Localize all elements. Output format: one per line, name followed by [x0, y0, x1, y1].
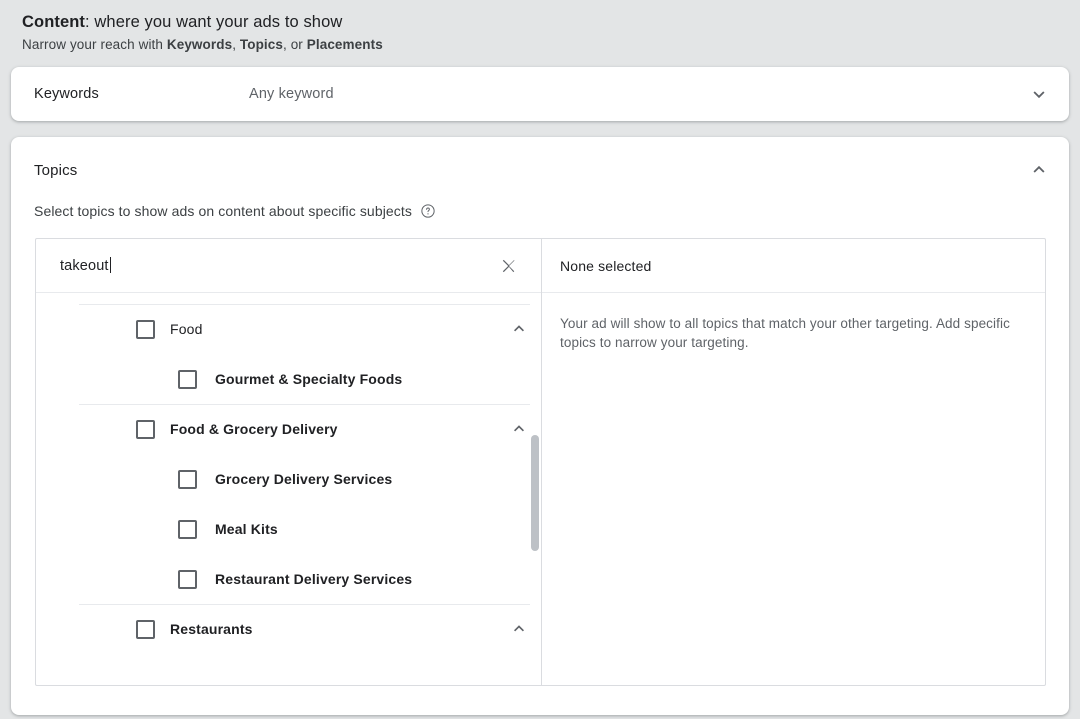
close-icon — [499, 256, 519, 276]
topic-label: Meal Kits — [215, 521, 278, 537]
subtitle-sep-1: , — [232, 37, 240, 52]
topic-checkbox[interactable] — [136, 619, 155, 639]
topic-label: Food & Grocery Delivery — [170, 421, 338, 437]
topic-checkbox[interactable] — [136, 319, 155, 339]
topics-search-row[interactable]: takeout — [36, 239, 541, 293]
selection-help-text: Your ad will show to all topics that mat… — [560, 316, 1010, 350]
topic-label: Grocery Delivery Services — [215, 471, 393, 487]
topics-tree: Food Gourmet & Specialty Foods Food & Gr… — [36, 293, 541, 685]
clear-search-button[interactable] — [485, 242, 533, 290]
subtitle-keywords: Keywords — [166, 37, 233, 52]
help-circle-icon[interactable] — [420, 203, 436, 219]
topics-header[interactable]: Topics — [11, 137, 1069, 203]
topic-group: Food Gourmet & Specialty Foods — [36, 304, 541, 404]
subtitle-placements: Placements — [306, 37, 383, 52]
topics-browse-pane: takeout Food Gourmet & Specialty Foods F… — [36, 239, 542, 685]
topic-group: Restaurants — [36, 604, 541, 654]
topics-search-input[interactable]: takeout — [36, 257, 485, 274]
topics-subtitle-row: Select topics to show ads on content abo… — [11, 203, 1069, 219]
subtitle-sep-2: , or — [283, 37, 307, 52]
topics-selection-pane: None selected Your ad will show to all t… — [542, 239, 1045, 685]
topic-row-parent[interactable]: Food — [36, 304, 541, 354]
chevron-up-icon — [509, 419, 529, 439]
keywords-expand-button[interactable] — [1015, 70, 1063, 118]
topic-checkbox[interactable] — [178, 369, 197, 389]
topics-tree-inner: Food Gourmet & Specialty Foods Food & Gr… — [36, 293, 541, 654]
topic-row-child[interactable]: Restaurant Delivery Services — [36, 554, 541, 604]
topics-collapse-button[interactable] — [1015, 146, 1063, 194]
chevron-up-icon — [509, 319, 529, 339]
topic-label: Gourmet & Specialty Foods — [215, 371, 403, 387]
chevron-up-icon — [509, 619, 529, 639]
topic-row-parent[interactable]: Food & Grocery Delivery — [36, 404, 541, 454]
topic-row-child[interactable]: Meal Kits — [36, 504, 541, 554]
page-title: Content: where you want your ads to show — [22, 11, 1080, 33]
topic-row-parent[interactable]: Restaurants — [36, 604, 541, 654]
topic-checkbox[interactable] — [178, 469, 197, 489]
selected-count-label: None selected — [542, 239, 1045, 293]
topic-group: Food & Grocery Delivery Grocery Delivery… — [36, 404, 541, 604]
subtitle-topics: Topics — [239, 37, 283, 52]
text-caret — [109, 257, 111, 273]
chevron-down-icon — [1028, 83, 1050, 105]
page-subtitle: Narrow your reach with Keywords, Topics,… — [22, 35, 1080, 55]
topic-checkbox[interactable] — [178, 519, 197, 539]
topic-row-child[interactable]: Gourmet & Specialty Foods — [36, 354, 541, 404]
topics-title: Topics — [34, 161, 78, 179]
page-title-rest: : where you want your ads to show — [85, 13, 343, 31]
subtitle-prefix: Narrow your reach with — [22, 37, 167, 52]
topic-label: Restaurant Delivery Services — [215, 571, 413, 587]
topics-selector: takeout Food Gourmet & Specialty Foods F… — [35, 238, 1046, 686]
page-title-strong: Content — [22, 13, 86, 31]
chevron-up-icon — [1028, 159, 1050, 181]
keywords-section-card[interactable]: Keywords Any keyword — [11, 67, 1069, 121]
topics-subtitle: Select topics to show ads on content abo… — [34, 203, 412, 219]
topics-section-card: Topics Select topics to show ads on cont… — [11, 137, 1069, 715]
page-header: Content: where you want your ads to show… — [0, 0, 1080, 55]
topic-checkbox[interactable] — [178, 569, 197, 589]
topic-checkbox[interactable] — [136, 419, 155, 439]
topics-tree-scrollbar[interactable] — [529, 293, 541, 685]
keywords-value: Any keyword — [249, 86, 334, 102]
scrollbar-thumb[interactable] — [531, 435, 539, 551]
keywords-label: Keywords — [34, 86, 99, 102]
topic-label: Restaurants — [170, 621, 253, 637]
topic-row-child[interactable]: Grocery Delivery Services — [36, 454, 541, 504]
topic-label: Food — [170, 321, 203, 337]
search-input-value: takeout — [60, 258, 109, 274]
